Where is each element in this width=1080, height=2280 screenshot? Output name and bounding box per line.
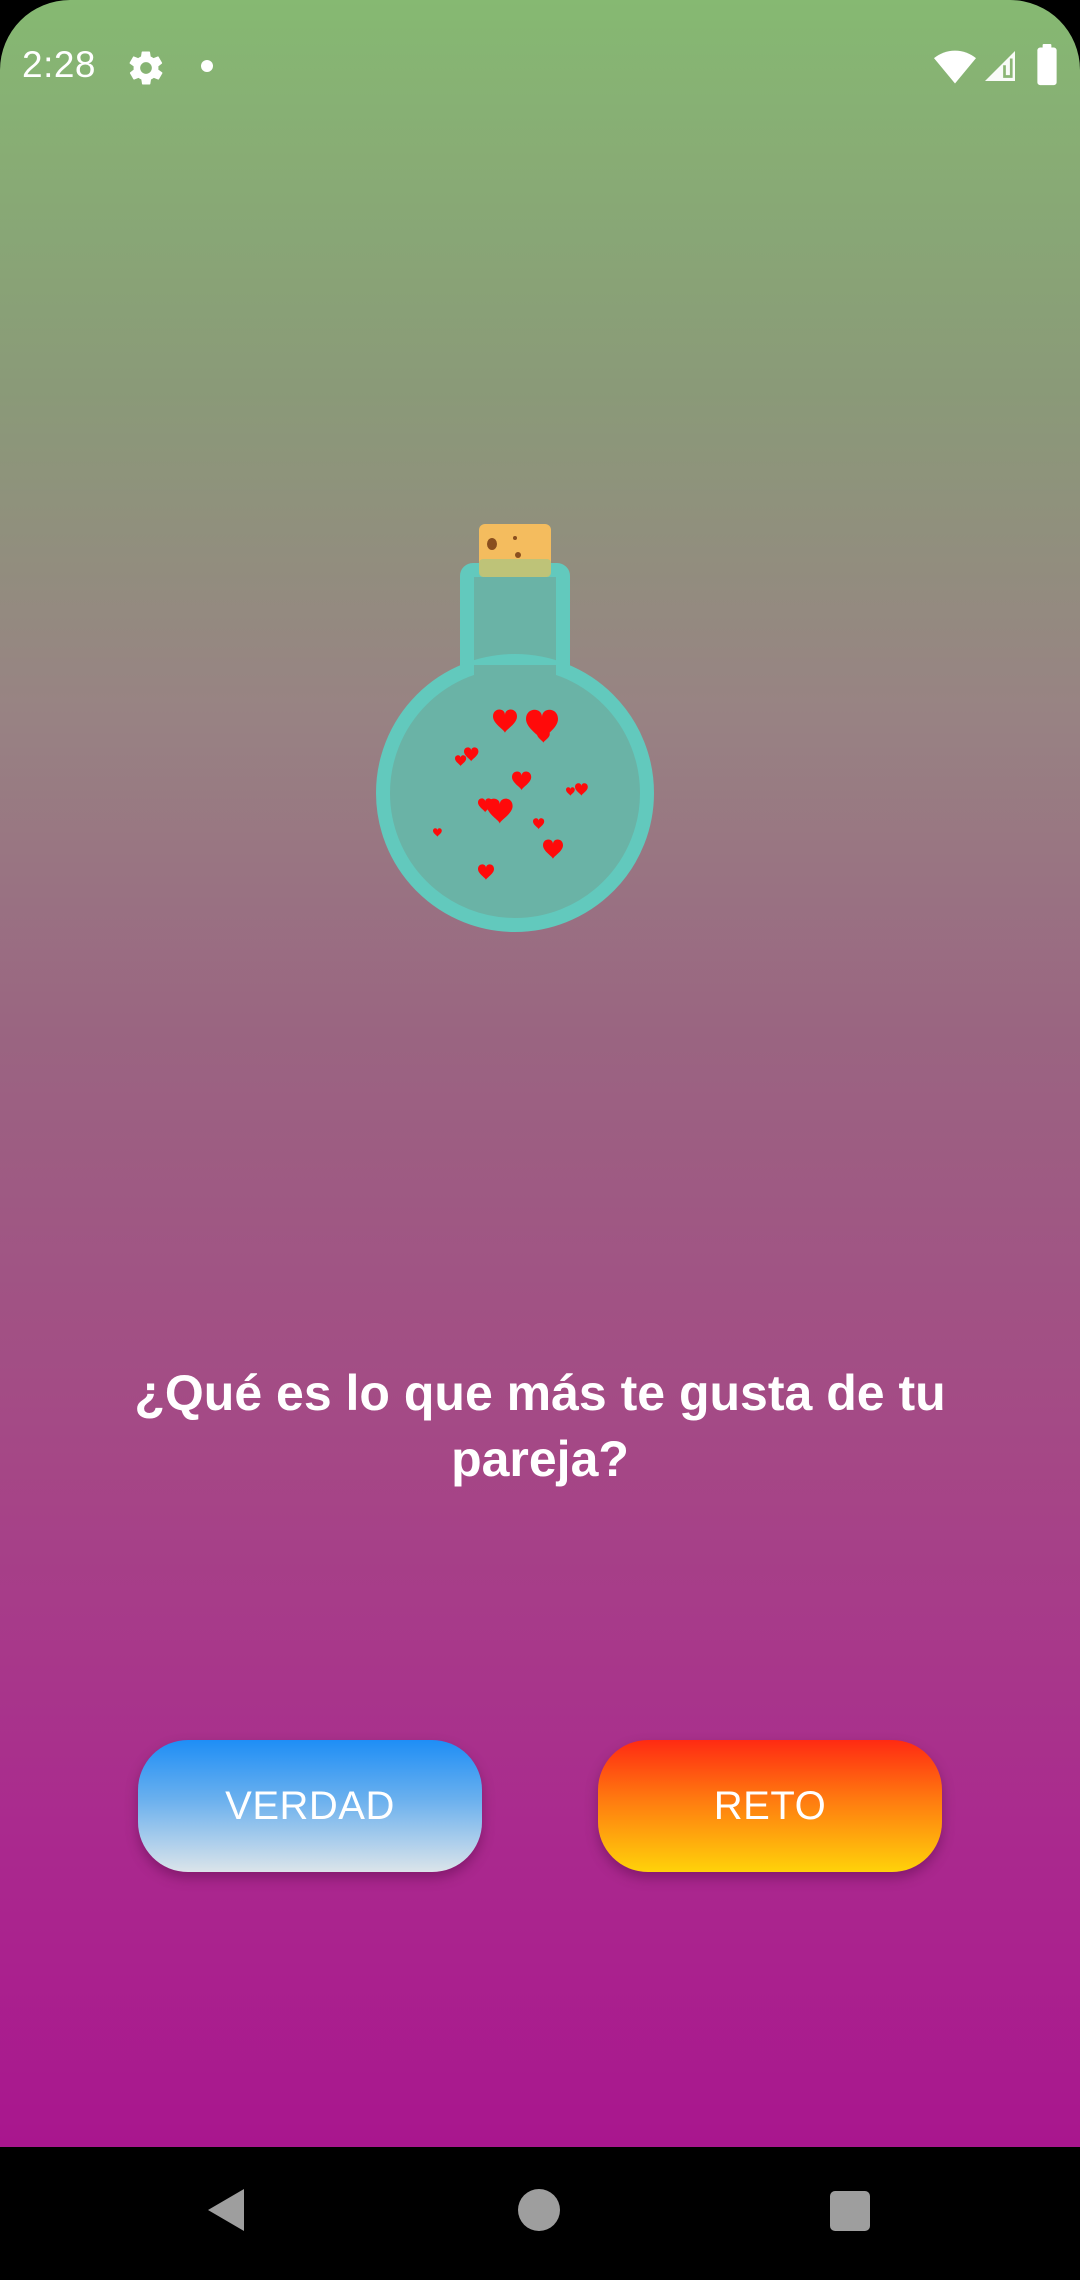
home-icon[interactable] — [518, 2189, 560, 2231]
question-text: ¿Qué es lo que más te gusta de tu pareja… — [134, 1365, 946, 1487]
signal-icon — [985, 51, 1015, 81]
phone-screen: 2:28 ¿Qué es lo que más te gusta de tu p… — [0, 0, 1080, 2280]
game-screen: 2:28 ¿Qué es lo que más te gusta de tu p… — [0, 0, 1080, 2147]
recents-icon[interactable] — [830, 2191, 870, 2231]
gear-icon — [129, 51, 163, 85]
truth-button-label: VERDAD — [225, 1783, 395, 1828]
status-time: 2:28 — [22, 44, 97, 85]
dare-button-label: RETO — [713, 1783, 827, 1828]
back-icon[interactable] — [204, 2185, 248, 2235]
love-potion-bottle-icon — [376, 524, 654, 932]
navigation-bar — [0, 2147, 1080, 2280]
battery-icon — [1037, 44, 1057, 86]
status-bar: 2:28 — [0, 0, 1080, 135]
truth-button[interactable]: VERDAD — [138, 1740, 482, 1872]
dare-button[interactable]: RETO — [598, 1740, 942, 1872]
notification-dot-icon — [201, 60, 213, 72]
wifi-icon — [934, 50, 976, 84]
